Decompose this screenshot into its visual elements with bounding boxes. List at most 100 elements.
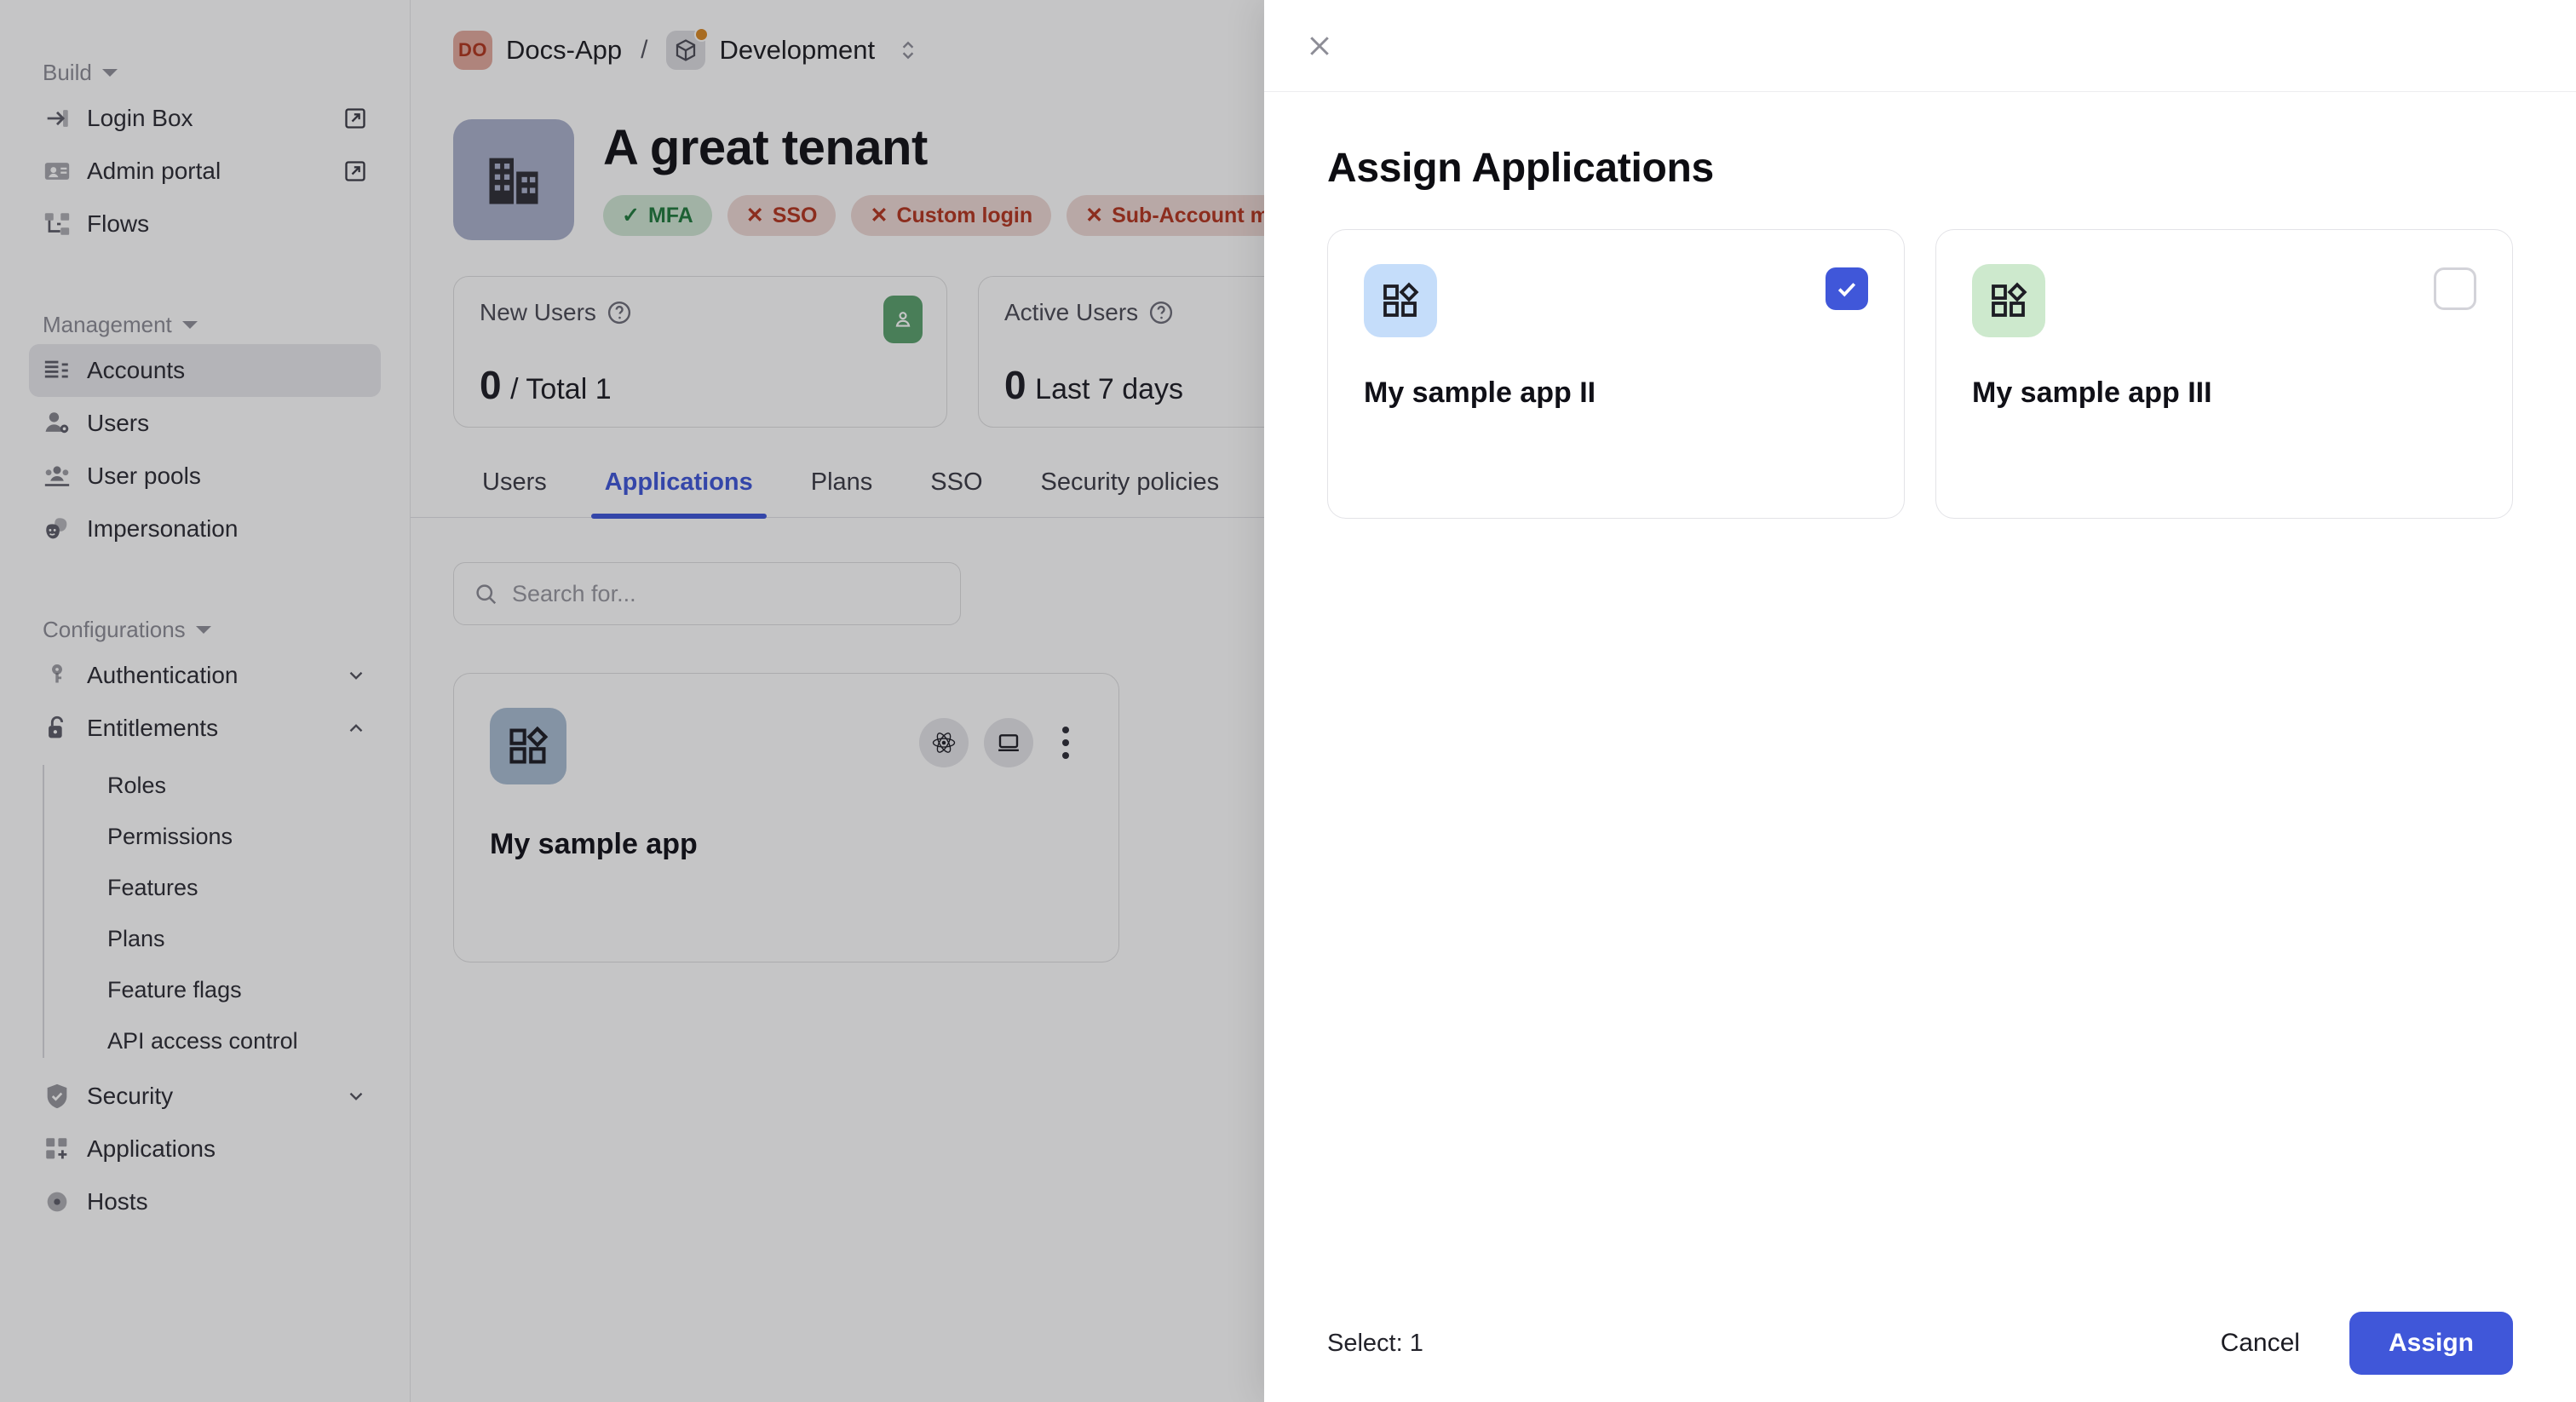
id-card-icon — [44, 163, 70, 180]
cancel-button[interactable]: Cancel — [2192, 1313, 2329, 1373]
breadcrumb-separator: / — [641, 36, 648, 64]
search-placeholder: Search for... — [512, 580, 636, 606]
sidebar-item-label: Users — [87, 410, 150, 436]
stat-value: 0 / Total 1 — [480, 362, 612, 408]
search-input[interactable]: Search for... — [453, 562, 961, 625]
sidebar-group-label: Build — [43, 59, 92, 85]
application-option-name: My sample app III — [1972, 376, 2212, 409]
sidebar-subitem-features[interactable]: Features — [83, 862, 381, 913]
chevron-down-icon — [181, 320, 198, 329]
application-option-name: My sample app II — [1364, 376, 1596, 409]
entitlements-submenu: Roles Permissions Features Plans Feature… — [43, 760, 381, 1066]
application-option-card[interactable]: My sample app III — [1935, 229, 2513, 519]
sidebar-subitem-api-access-control[interactable]: API access control — [83, 1015, 381, 1066]
close-icon[interactable] — [1295, 21, 1344, 71]
drawer-footer: Select: 1 Cancel Assign — [1264, 1284, 2576, 1402]
sidebar-item-label: Entitlements — [87, 715, 219, 741]
tab-security-policies[interactable]: Security policies — [1012, 468, 1249, 517]
flows-icon — [44, 213, 70, 235]
sidebar-item-label: Security — [87, 1083, 174, 1109]
sidebar-subitem-label: Features — [107, 874, 198, 900]
building-icon — [489, 158, 538, 204]
kebab-menu-icon[interactable] — [1049, 718, 1083, 767]
application-option-card[interactable]: My sample app II — [1327, 229, 1905, 519]
laptop-icon[interactable] — [984, 718, 1033, 767]
application-option-checkbox[interactable] — [2434, 267, 2476, 310]
tab-sso[interactable]: SSO — [901, 468, 1011, 517]
unlock-icon — [49, 715, 64, 738]
sidebar-item-applications[interactable]: Applications — [29, 1123, 381, 1175]
sidebar-item-label: Applications — [87, 1135, 216, 1162]
cube-icon — [676, 39, 696, 61]
application-card[interactable]: My sample app — [453, 673, 1119, 962]
drawer-header — [1264, 0, 2576, 92]
project-avatar[interactable]: DO — [453, 31, 492, 70]
check-icon: ✓ — [622, 204, 640, 227]
apps-plus-icon — [46, 1138, 67, 1159]
sidebar-group-configurations[interactable]: Configurations — [29, 610, 381, 649]
tab-applications[interactable]: Applications — [576, 468, 782, 519]
sidebar-item-user-pools[interactable]: User pools — [29, 450, 381, 503]
application-option-checkbox[interactable] — [1826, 267, 1868, 310]
sidebar-item-authentication[interactable]: Authentication — [29, 649, 381, 702]
stat-number: 0 — [480, 363, 502, 407]
laptop-screen-icon — [998, 734, 1019, 751]
sidebar-item-admin-portal[interactable]: Admin portal — [29, 145, 381, 198]
stat-card-new-users: New Users 0 / Total 1 — [453, 276, 947, 428]
sidebar-item-label: Admin portal — [87, 158, 221, 184]
stat-suffix: / Total 1 — [510, 373, 612, 405]
help-icon[interactable] — [1148, 300, 1174, 325]
application-option-icon — [1972, 264, 2045, 337]
react-logo-icon — [932, 733, 956, 753]
sidebar-item-label: Login Box — [87, 105, 193, 131]
sidebar-item-label: Accounts — [87, 357, 186, 383]
external-link-icon — [345, 161, 365, 181]
sidebar-item-users[interactable]: Users — [29, 397, 381, 450]
sidebar-item-security[interactable]: Security — [29, 1070, 381, 1123]
sidebar-subitem-feature-flags[interactable]: Feature flags — [83, 964, 381, 1015]
sidebar-subitem-permissions[interactable]: Permissions — [83, 811, 381, 862]
sidebar-item-entitlements[interactable]: Entitlements — [29, 702, 381, 755]
sidebar-subitem-label: Plans — [107, 925, 165, 951]
apps-grid-icon — [1383, 282, 1419, 317]
chevron-down-icon — [349, 671, 363, 680]
sidebar-group-build[interactable]: Build — [29, 53, 381, 92]
application-option-icon — [1364, 264, 1437, 337]
stat-label: New Users — [480, 299, 596, 325]
help-icon[interactable] — [607, 300, 632, 325]
sidebar-subitem-roles[interactable]: Roles — [83, 760, 381, 811]
assign-button[interactable]: Assign — [2349, 1312, 2513, 1375]
sidebar-item-impersonation[interactable]: Impersonation — [29, 503, 381, 555]
sidebar-item-login-box[interactable]: Login Box — [29, 92, 381, 145]
sidebar-subitem-label: Permissions — [107, 823, 233, 849]
sidebar-item-hosts[interactable]: Hosts — [29, 1175, 381, 1228]
drawer-title: Assign Applications — [1327, 146, 1714, 191]
breadcrumb-environment[interactable]: Development — [719, 35, 875, 66]
sidebar-item-accounts[interactable]: Accounts — [29, 344, 381, 397]
user-gear-icon — [45, 412, 69, 434]
user-group-icon — [44, 466, 70, 486]
react-icon[interactable] — [919, 718, 969, 767]
status-badge-label: SSO — [772, 203, 818, 227]
environment-cube-icon — [666, 27, 710, 70]
sidebar-group-management[interactable]: Management — [29, 305, 381, 344]
login-arrow-icon — [47, 110, 68, 127]
tab-users[interactable]: Users — [453, 468, 576, 517]
chevron-down-icon — [195, 625, 211, 634]
application-icon — [490, 708, 566, 784]
tab-plans[interactable]: Plans — [782, 468, 902, 517]
chevron-down-icon — [349, 1092, 363, 1100]
status-badge-label: Custom login — [896, 203, 1033, 227]
assign-applications-drawer: Assign Applications My sample app II My … — [1264, 0, 2576, 1402]
status-badge-label: MFA — [647, 203, 693, 227]
tenant-logo — [453, 119, 574, 240]
breadcrumb-project[interactable]: Docs-App — [506, 35, 622, 66]
cross-icon: ✕ — [870, 204, 888, 227]
check-icon — [1837, 283, 1856, 297]
sidebar-subitem-plans[interactable]: Plans — [83, 913, 381, 964]
sidebar: Build Login Box Admin portal Flows Manag… — [0, 0, 411, 1402]
application-card-actions — [919, 718, 1083, 767]
stat-value: 0 Last 7 days — [1004, 362, 1183, 408]
chevron-up-down-icon[interactable] — [897, 36, 919, 65]
sidebar-item-flows[interactable]: Flows — [29, 198, 381, 250]
